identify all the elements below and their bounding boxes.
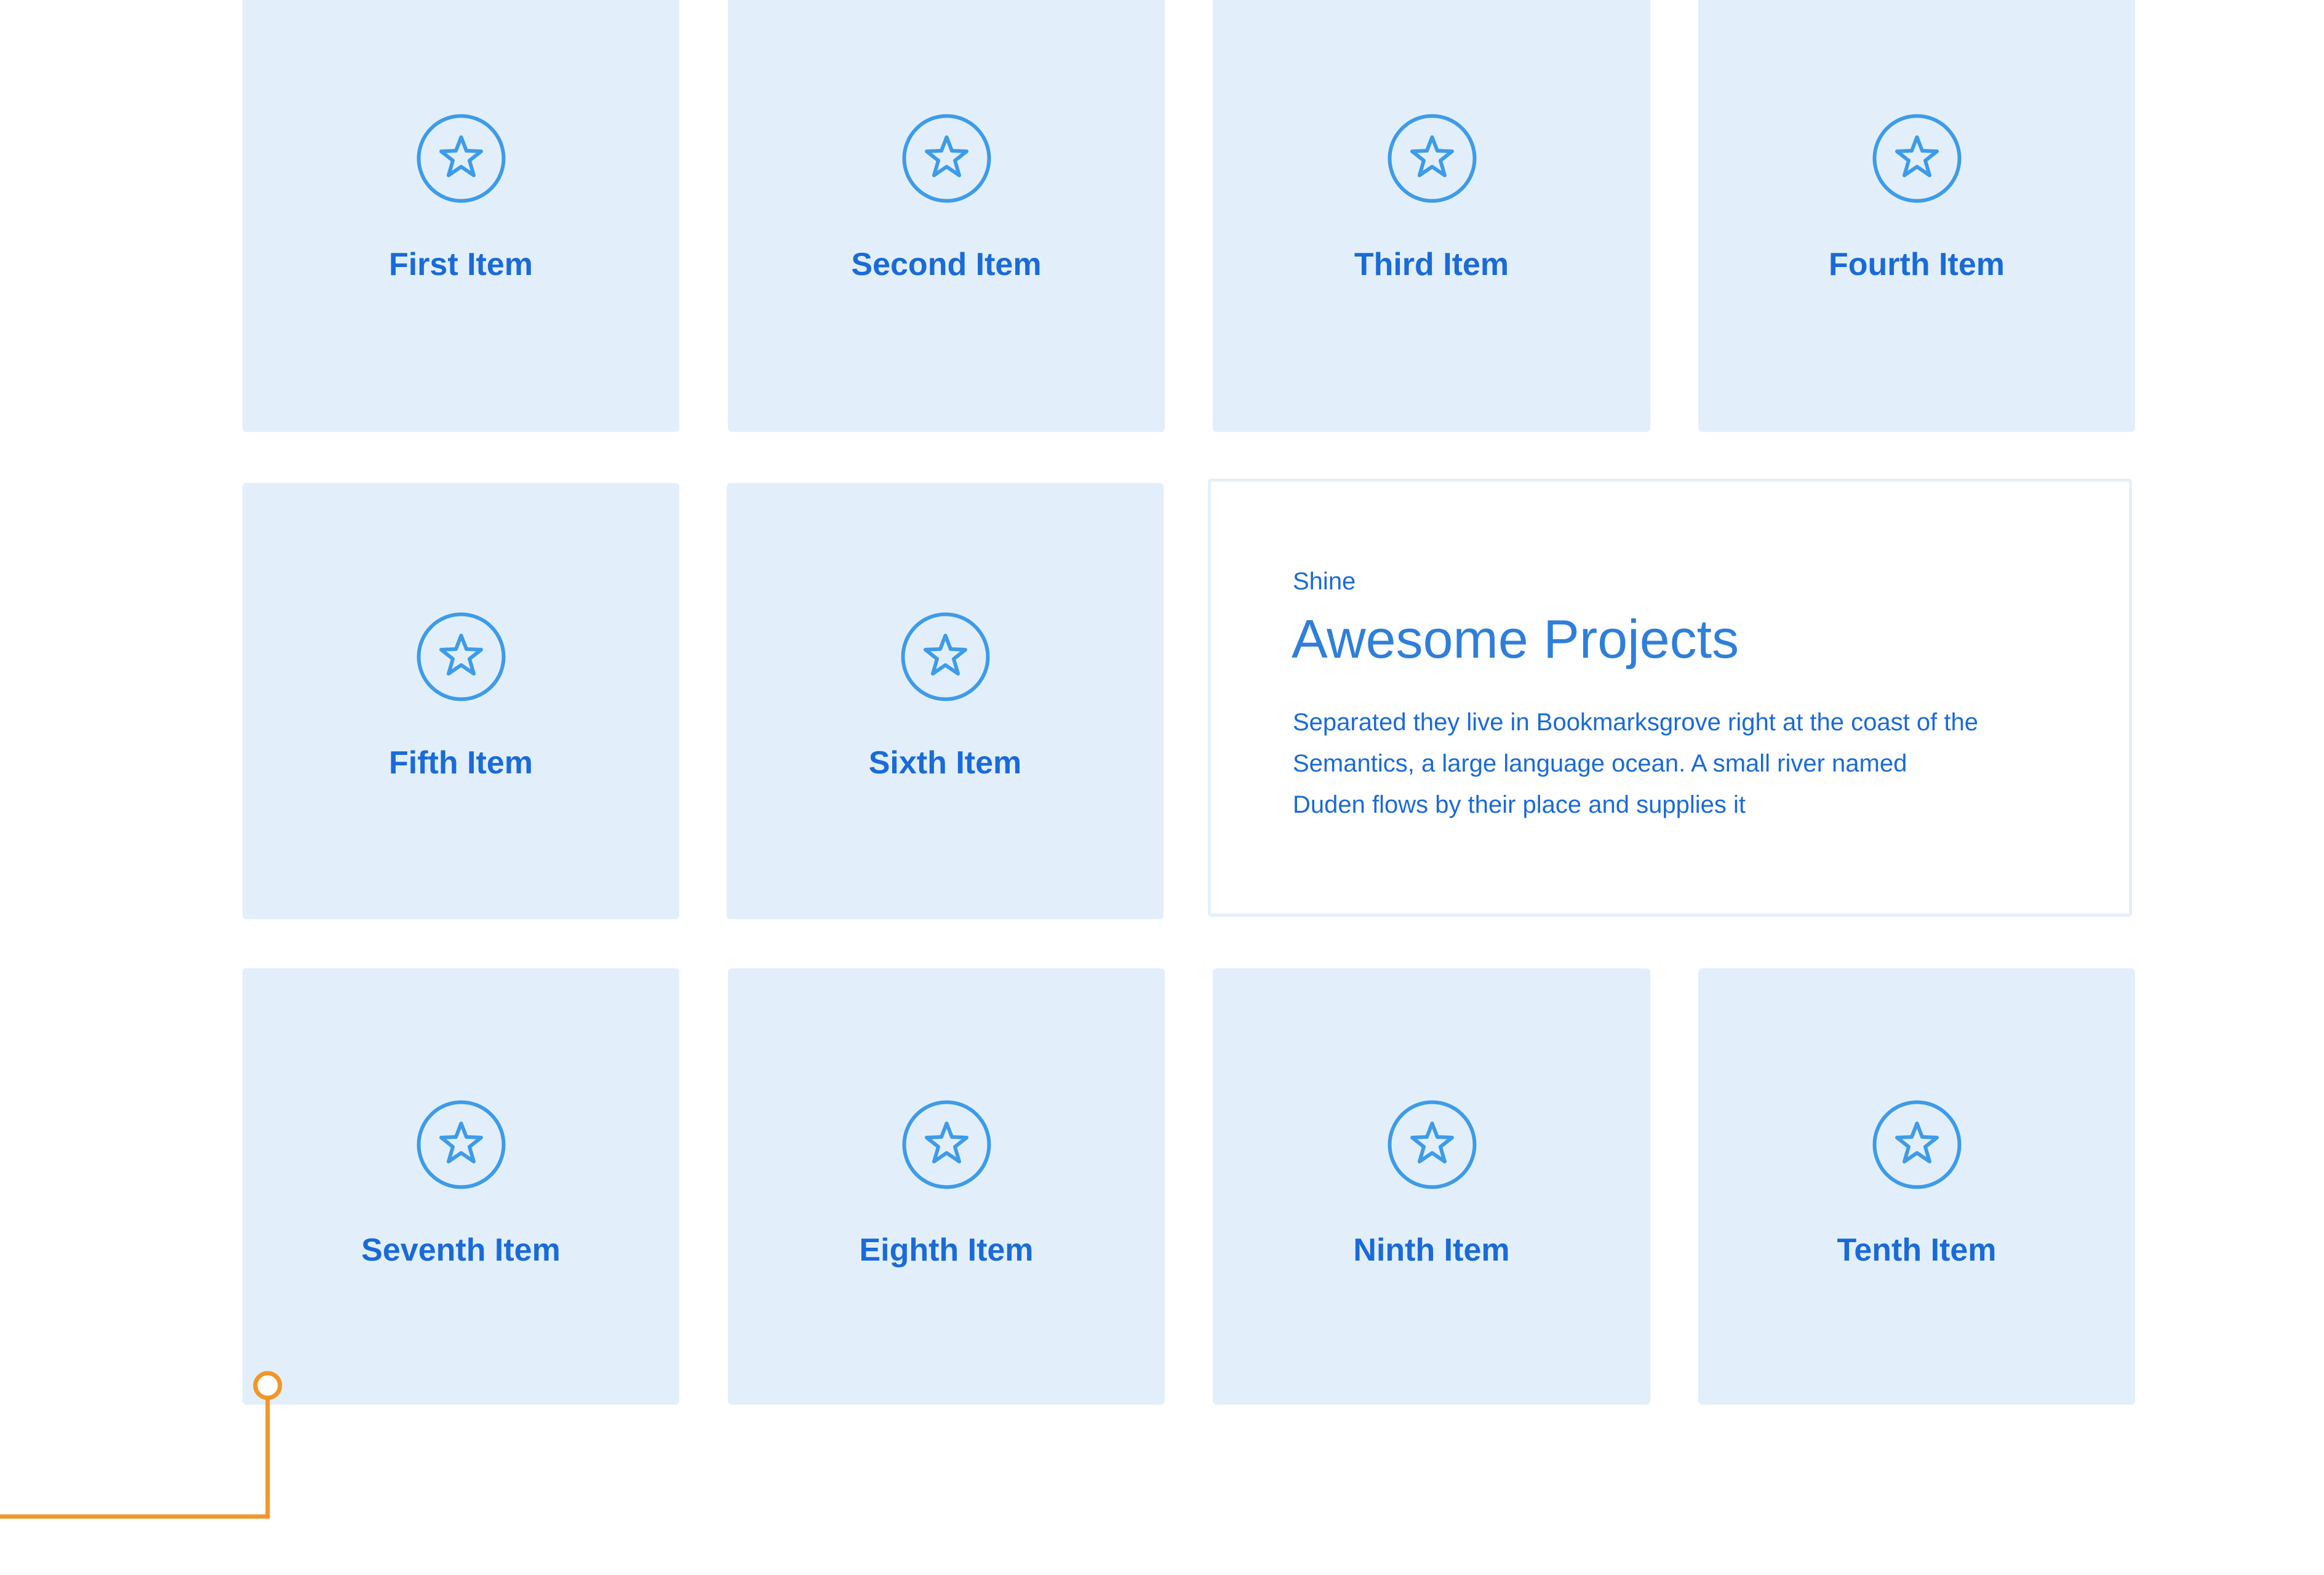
grid-item-label: Fifth Item <box>389 745 533 781</box>
star-icon <box>1872 1100 1962 1189</box>
star-icon <box>1388 1100 1477 1189</box>
star-icon <box>417 114 506 203</box>
star-icon <box>1388 114 1477 203</box>
grid-item-label: Third Item <box>1354 247 1509 282</box>
grid-item-fourth[interactable]: Fourth Item <box>1698 0 2135 432</box>
grid-item-fifth[interactable]: Fifth Item <box>242 483 679 919</box>
feature-eyebrow: Shine <box>1293 568 1356 595</box>
grid-item-tenth[interactable]: Tenth Item <box>1698 968 2135 1405</box>
grid-item-third[interactable]: Third Item <box>1213 0 1650 432</box>
star-icon <box>902 1100 991 1189</box>
grid-item-ninth[interactable]: Ninth Item <box>1213 968 1650 1405</box>
star-icon <box>1872 114 1962 203</box>
grid-item-seventh[interactable]: Seventh Item <box>242 968 679 1405</box>
feature-title: Awesome Projects <box>1292 608 1739 669</box>
grid-item-second[interactable]: Second Item <box>728 0 1165 432</box>
star-icon <box>417 612 506 701</box>
grid-item-label: Ninth Item <box>1353 1232 1510 1268</box>
grid-item-eighth[interactable]: Eighth Item <box>728 968 1165 1405</box>
grid-item-label: Second Item <box>851 247 1042 282</box>
star-icon <box>417 1100 506 1189</box>
grid-item-label: Seventh Item <box>361 1232 561 1268</box>
grid-item-label: Fourth Item <box>1829 247 2005 282</box>
grid-item-label: First Item <box>388 247 533 282</box>
grid-item-sixth[interactable]: Sixth Item <box>727 483 1164 919</box>
grid-item-label: Eighth Item <box>859 1232 1034 1268</box>
grid-item-label: Tenth Item <box>1837 1232 1997 1268</box>
star-icon <box>901 612 990 701</box>
star-icon <box>902 114 991 203</box>
grid-item-label: Sixth Item <box>868 745 1022 781</box>
feature-description: Separated they live in Bookmarksgrove ri… <box>1293 709 1978 818</box>
feature-card: Shine Awesome Projects Separated they li… <box>1208 479 2132 917</box>
grid-item-first[interactable]: First Item <box>242 0 679 432</box>
